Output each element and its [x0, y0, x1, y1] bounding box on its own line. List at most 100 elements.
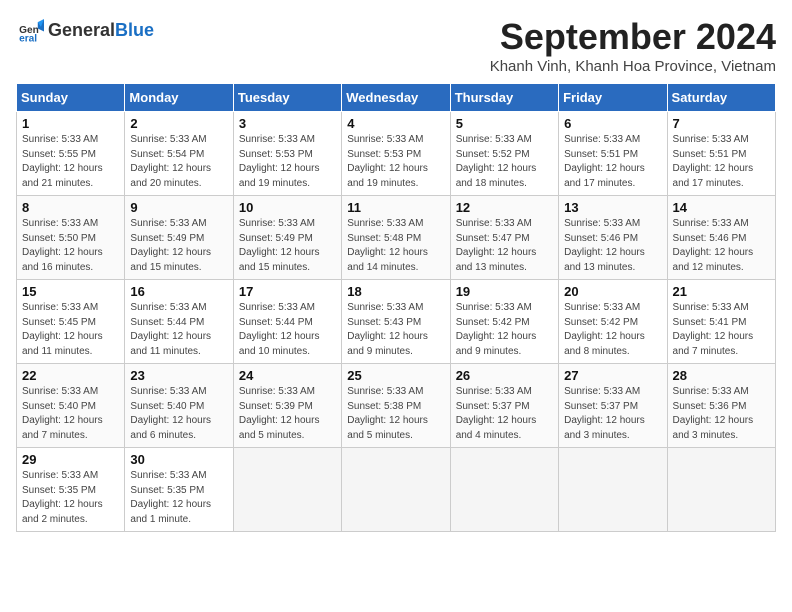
day-number: 8 — [22, 200, 119, 215]
calendar-cell: 27 Sunrise: 5:33 AMSunset: 5:37 PMDaylig… — [559, 364, 667, 448]
day-number: 23 — [130, 368, 227, 383]
day-number: 6 — [564, 116, 661, 131]
day-info: Sunrise: 5:33 AMSunset: 5:52 PMDaylight:… — [456, 134, 537, 189]
day-number: 4 — [347, 116, 444, 131]
day-info: Sunrise: 5:33 AMSunset: 5:51 PMDaylight:… — [564, 134, 645, 189]
day-info: Sunrise: 5:33 AMSunset: 5:40 PMDaylight:… — [130, 386, 211, 441]
logo: Gen eral GeneralBlue — [16, 16, 154, 44]
day-number: 7 — [673, 116, 770, 131]
day-number: 2 — [130, 116, 227, 131]
calendar-cell — [233, 448, 341, 532]
day-info: Sunrise: 5:33 AMSunset: 5:49 PMDaylight:… — [239, 218, 320, 273]
calendar-cell: 10 Sunrise: 5:33 AMSunset: 5:49 PMDaylig… — [233, 196, 341, 280]
day-number: 22 — [22, 368, 119, 383]
weekday-header-sunday: Sunday — [17, 84, 125, 112]
weekday-header-thursday: Thursday — [450, 84, 558, 112]
calendar-cell: 1 Sunrise: 5:33 AMSunset: 5:55 PMDayligh… — [17, 112, 125, 196]
day-number: 29 — [22, 452, 119, 467]
calendar-cell: 8 Sunrise: 5:33 AMSunset: 5:50 PMDayligh… — [17, 196, 125, 280]
calendar-subtitle: Khanh Vinh, Khanh Hoa Province, Vietnam — [490, 58, 776, 75]
day-info: Sunrise: 5:33 AMSunset: 5:49 PMDaylight:… — [130, 218, 211, 273]
calendar-cell: 22 Sunrise: 5:33 AMSunset: 5:40 PMDaylig… — [17, 364, 125, 448]
day-info: Sunrise: 5:33 AMSunset: 5:46 PMDaylight:… — [564, 218, 645, 273]
calendar-cell: 16 Sunrise: 5:33 AMSunset: 5:44 PMDaylig… — [125, 280, 233, 364]
day-info: Sunrise: 5:33 AMSunset: 5:35 PMDaylight:… — [130, 470, 211, 525]
day-number: 27 — [564, 368, 661, 383]
day-number: 28 — [673, 368, 770, 383]
calendar-cell: 28 Sunrise: 5:33 AMSunset: 5:36 PMDaylig… — [667, 364, 775, 448]
day-info: Sunrise: 5:33 AMSunset: 5:44 PMDaylight:… — [130, 302, 211, 357]
calendar-cell: 4 Sunrise: 5:33 AMSunset: 5:53 PMDayligh… — [342, 112, 450, 196]
calendar-cell — [667, 448, 775, 532]
day-info: Sunrise: 5:33 AMSunset: 5:46 PMDaylight:… — [673, 218, 754, 273]
day-number: 30 — [130, 452, 227, 467]
calendar-cell: 25 Sunrise: 5:33 AMSunset: 5:38 PMDaylig… — [342, 364, 450, 448]
calendar-cell: 23 Sunrise: 5:33 AMSunset: 5:40 PMDaylig… — [125, 364, 233, 448]
day-info: Sunrise: 5:33 AMSunset: 5:42 PMDaylight:… — [564, 302, 645, 357]
calendar-table: SundayMondayTuesdayWednesdayThursdayFrid… — [16, 83, 776, 532]
day-number: 10 — [239, 200, 336, 215]
day-number: 15 — [22, 284, 119, 299]
day-number: 3 — [239, 116, 336, 131]
calendar-cell: 11 Sunrise: 5:33 AMSunset: 5:48 PMDaylig… — [342, 196, 450, 280]
logo-icon: Gen eral — [16, 16, 44, 44]
calendar-cell: 13 Sunrise: 5:33 AMSunset: 5:46 PMDaylig… — [559, 196, 667, 280]
calendar-cell: 14 Sunrise: 5:33 AMSunset: 5:46 PMDaylig… — [667, 196, 775, 280]
calendar-cell: 26 Sunrise: 5:33 AMSunset: 5:37 PMDaylig… — [450, 364, 558, 448]
day-info: Sunrise: 5:33 AMSunset: 5:53 PMDaylight:… — [347, 134, 428, 189]
day-number: 11 — [347, 200, 444, 215]
day-info: Sunrise: 5:33 AMSunset: 5:53 PMDaylight:… — [239, 134, 320, 189]
day-info: Sunrise: 5:33 AMSunset: 5:55 PMDaylight:… — [22, 134, 103, 189]
day-info: Sunrise: 5:33 AMSunset: 5:45 PMDaylight:… — [22, 302, 103, 357]
calendar-cell: 15 Sunrise: 5:33 AMSunset: 5:45 PMDaylig… — [17, 280, 125, 364]
calendar-cell: 2 Sunrise: 5:33 AMSunset: 5:54 PMDayligh… — [125, 112, 233, 196]
weekday-header-wednesday: Wednesday — [342, 84, 450, 112]
weekday-header-monday: Monday — [125, 84, 233, 112]
day-number: 12 — [456, 200, 553, 215]
day-info: Sunrise: 5:33 AMSunset: 5:43 PMDaylight:… — [347, 302, 428, 357]
title-block: September 2024 Khanh Vinh, Khanh Hoa Pro… — [490, 16, 776, 75]
calendar-cell: 6 Sunrise: 5:33 AMSunset: 5:51 PMDayligh… — [559, 112, 667, 196]
day-number: 5 — [456, 116, 553, 131]
calendar-cell — [450, 448, 558, 532]
day-number: 24 — [239, 368, 336, 383]
day-info: Sunrise: 5:33 AMSunset: 5:36 PMDaylight:… — [673, 386, 754, 441]
calendar-cell: 29 Sunrise: 5:33 AMSunset: 5:35 PMDaylig… — [17, 448, 125, 532]
day-info: Sunrise: 5:33 AMSunset: 5:48 PMDaylight:… — [347, 218, 428, 273]
day-info: Sunrise: 5:33 AMSunset: 5:37 PMDaylight:… — [456, 386, 537, 441]
day-info: Sunrise: 5:33 AMSunset: 5:41 PMDaylight:… — [673, 302, 754, 357]
calendar-cell: 17 Sunrise: 5:33 AMSunset: 5:44 PMDaylig… — [233, 280, 341, 364]
calendar-cell: 24 Sunrise: 5:33 AMSunset: 5:39 PMDaylig… — [233, 364, 341, 448]
logo-blue: Blue — [115, 20, 154, 40]
day-info: Sunrise: 5:33 AMSunset: 5:37 PMDaylight:… — [564, 386, 645, 441]
day-number: 14 — [673, 200, 770, 215]
day-number: 13 — [564, 200, 661, 215]
day-number: 25 — [347, 368, 444, 383]
svg-text:eral: eral — [19, 34, 37, 44]
day-info: Sunrise: 5:33 AMSunset: 5:50 PMDaylight:… — [22, 218, 103, 273]
day-number: 1 — [22, 116, 119, 131]
calendar-cell: 7 Sunrise: 5:33 AMSunset: 5:51 PMDayligh… — [667, 112, 775, 196]
day-info: Sunrise: 5:33 AMSunset: 5:35 PMDaylight:… — [22, 470, 103, 525]
day-number: 26 — [456, 368, 553, 383]
calendar-cell: 21 Sunrise: 5:33 AMSunset: 5:41 PMDaylig… — [667, 280, 775, 364]
calendar-cell: 18 Sunrise: 5:33 AMSunset: 5:43 PMDaylig… — [342, 280, 450, 364]
calendar-cell: 12 Sunrise: 5:33 AMSunset: 5:47 PMDaylig… — [450, 196, 558, 280]
day-info: Sunrise: 5:33 AMSunset: 5:51 PMDaylight:… — [673, 134, 754, 189]
calendar-cell — [559, 448, 667, 532]
day-number: 21 — [673, 284, 770, 299]
day-number: 19 — [456, 284, 553, 299]
day-number: 20 — [564, 284, 661, 299]
calendar-cell: 20 Sunrise: 5:33 AMSunset: 5:42 PMDaylig… — [559, 280, 667, 364]
day-number: 18 — [347, 284, 444, 299]
day-info: Sunrise: 5:33 AMSunset: 5:38 PMDaylight:… — [347, 386, 428, 441]
day-number: 16 — [130, 284, 227, 299]
calendar-title: September 2024 — [490, 16, 776, 58]
day-number: 9 — [130, 200, 227, 215]
day-info: Sunrise: 5:33 AMSunset: 5:44 PMDaylight:… — [239, 302, 320, 357]
weekday-header-friday: Friday — [559, 84, 667, 112]
day-info: Sunrise: 5:33 AMSunset: 5:54 PMDaylight:… — [130, 134, 211, 189]
day-info: Sunrise: 5:33 AMSunset: 5:42 PMDaylight:… — [456, 302, 537, 357]
calendar-cell: 9 Sunrise: 5:33 AMSunset: 5:49 PMDayligh… — [125, 196, 233, 280]
calendar-cell: 3 Sunrise: 5:33 AMSunset: 5:53 PMDayligh… — [233, 112, 341, 196]
